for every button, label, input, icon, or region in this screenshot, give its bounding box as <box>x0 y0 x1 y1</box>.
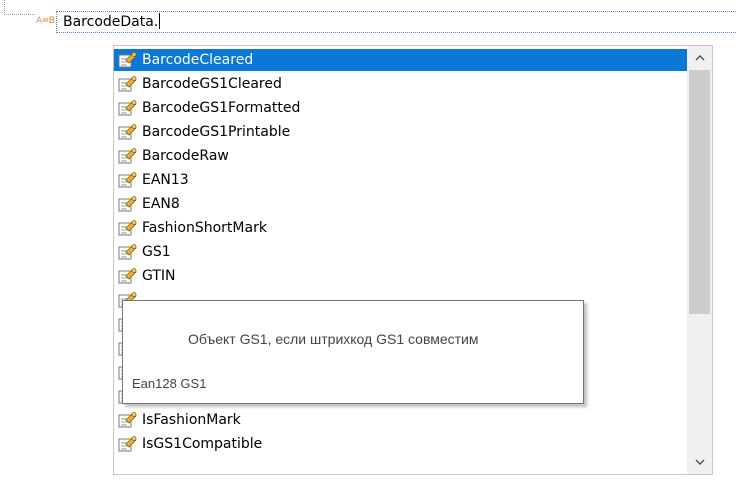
property-icon <box>118 244 137 260</box>
completion-item[interactable]: IsFashionMark <box>114 409 687 431</box>
expression-text: BarcodeData. <box>63 14 159 30</box>
property-icon <box>118 172 137 188</box>
completion-item[interactable]: BarcodeGS1Cleared <box>114 73 687 95</box>
completion-item[interactable]: IsGS1Compatible <box>114 433 687 455</box>
property-icon <box>118 100 137 116</box>
completion-item[interactable]: BarcodeRaw <box>114 145 687 167</box>
tooltip-type-info: Ean128 GS1 <box>132 376 207 391</box>
chevron-down-icon <box>695 459 704 465</box>
scroll-thumb[interactable] <box>689 70 710 314</box>
scroll-down-button[interactable] <box>687 450 712 474</box>
scroll-up-button[interactable] <box>687 46 712 70</box>
completion-item[interactable]: GTIN <box>114 265 687 287</box>
completion-item[interactable]: BarcodeGS1Printable <box>114 121 687 143</box>
completion-item-label: EAN13 <box>142 172 189 188</box>
completion-item-label: EAN8 <box>142 196 180 212</box>
completion-item-label: GTIN <box>142 268 176 284</box>
property-icon <box>118 268 137 284</box>
property-icon <box>118 76 137 92</box>
chevron-up-icon <box>695 55 704 61</box>
completion-item-label: BarcodeGS1Formatted <box>142 100 301 116</box>
expression-input[interactable]: BarcodeData. <box>56 11 736 33</box>
property-icon <box>118 148 137 164</box>
member-tooltip: Объект GS1, если штрихкод GS1 совместим … <box>122 300 584 404</box>
completion-item[interactable]: BarcodeCleared <box>114 49 687 71</box>
completion-item-label: IsGS1Compatible <box>142 436 263 452</box>
property-icon <box>118 124 137 140</box>
vertical-scrollbar[interactable] <box>687 46 712 474</box>
property-icon <box>118 412 137 428</box>
completion-item[interactable]: FashionShortMark <box>114 217 687 239</box>
completion-item-label: BarcodeCleared <box>142 52 254 68</box>
completion-item-label: GS1 <box>142 244 171 260</box>
text-caret <box>159 13 161 29</box>
completion-item-label: BarcodeGS1Printable <box>142 124 291 140</box>
property-icon <box>118 220 137 236</box>
tooltip-description: Объект GS1, если штрихкод GS1 совместим <box>188 331 479 347</box>
completion-item-label: FashionShortMark <box>142 220 267 236</box>
property-icon <box>118 436 137 452</box>
completion-item-label: BarcodeRaw <box>142 148 229 164</box>
autocomplete-list[interactable]: BarcodeCleared BarcodeGS1Cleared BarcodeGS… <box>113 45 713 475</box>
completion-item[interactable]: EAN8 <box>114 193 687 215</box>
property-icon <box>118 52 137 68</box>
tree-connector-line <box>4 0 35 15</box>
completion-item-label: BarcodeGS1Cleared <box>142 76 282 92</box>
property-icon <box>118 196 137 212</box>
completion-item-label: IsFashionMark <box>142 412 241 428</box>
completion-item[interactable]: GS1 <box>114 241 687 263</box>
completion-item[interactable]: BarcodeGS1Formatted <box>114 97 687 119</box>
assignment-icon: A=B <box>36 16 55 26</box>
completion-item[interactable]: EAN13 <box>114 169 687 191</box>
